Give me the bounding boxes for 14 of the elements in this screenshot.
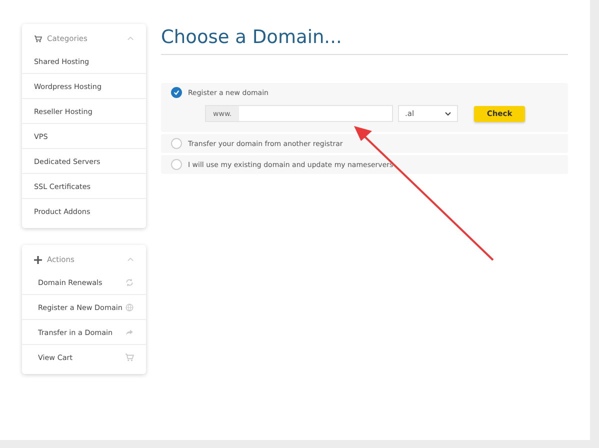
plus-icon <box>34 256 42 264</box>
cart-icon <box>34 34 42 42</box>
caret-icon <box>445 112 451 116</box>
chevron-icon[interactable] <box>127 257 134 262</box>
chevron-icon[interactable] <box>127 36 134 41</box>
share-arrow-icon <box>125 328 134 336</box>
checkmark-icon <box>173 89 180 96</box>
radio-button[interactable] <box>171 138 182 149</box>
cart-icon <box>125 353 134 362</box>
page-title: Choose a Domain... <box>161 24 568 55</box>
refresh-icon <box>125 278 134 286</box>
radio-button[interactable] <box>171 87 182 98</box>
radio-button[interactable] <box>171 159 182 170</box>
globe-icon <box>125 302 134 312</box>
